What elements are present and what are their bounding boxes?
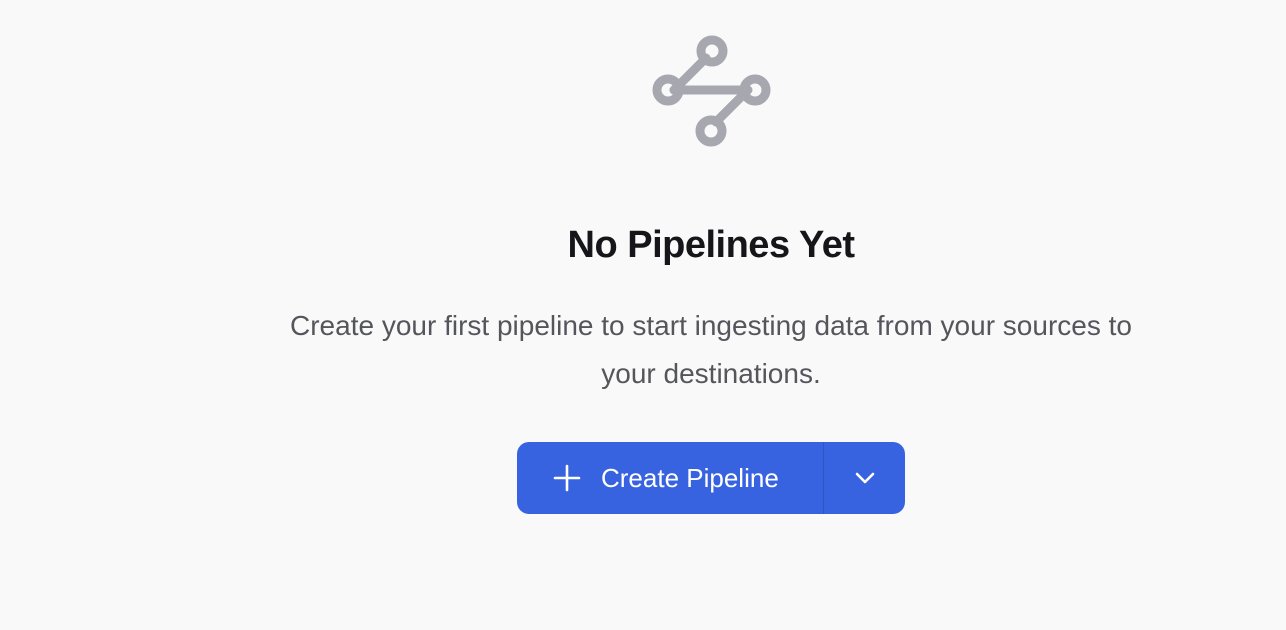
empty-state-title: No Pipelines Yet xyxy=(567,224,855,266)
create-pipeline-split-button: Create Pipeline xyxy=(517,442,905,514)
plus-icon xyxy=(553,464,581,492)
pipeline-icon xyxy=(652,35,771,147)
create-pipeline-button[interactable]: Create Pipeline xyxy=(517,442,823,514)
empty-state: No Pipelines Yet Create your first pipel… xyxy=(0,0,1286,630)
create-pipeline-label: Create Pipeline xyxy=(601,462,779,493)
chevron-down-icon xyxy=(855,472,874,484)
create-options-dropdown-button[interactable] xyxy=(824,442,905,514)
empty-state-description: Create your first pipeline to start inge… xyxy=(290,310,1132,389)
